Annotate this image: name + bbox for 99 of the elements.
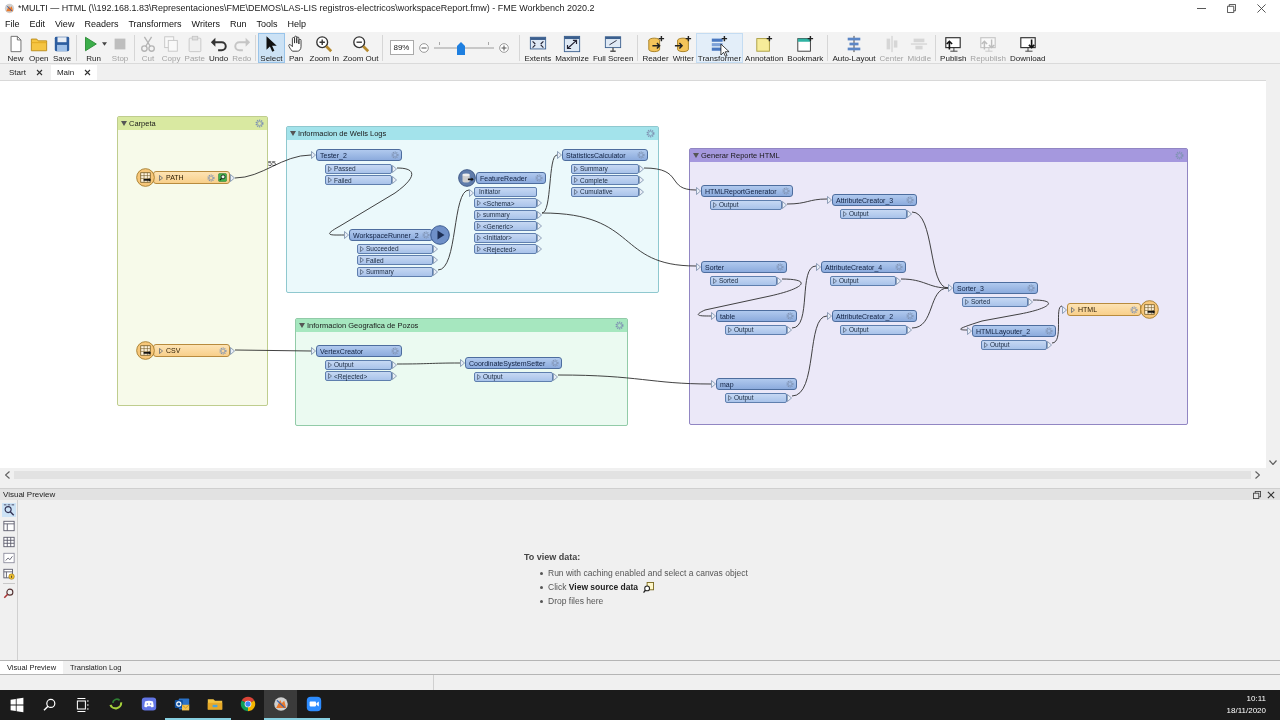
expand-triangle-icon[interactable] [1071, 306, 1075, 313]
hint-text: Click View source data [548, 582, 639, 592]
minus-icon[interactable] [419, 42, 430, 53]
gear-icon[interactable] [1130, 305, 1138, 314]
toolbar-button[interactable]: Select [258, 32, 285, 63]
mouse-pointer-icon [720, 43, 730, 57]
clock-date: 18/11/2020 [1226, 705, 1266, 717]
hint-text: Run with caching enabled and select a canvas object [548, 568, 748, 578]
slider-thumb[interactable] [457, 41, 466, 55]
scissors-icon [139, 34, 158, 53]
magnifier-icon[interactable] [1, 586, 16, 600]
menu-item[interactable]: Readers [79, 17, 124, 31]
toolbar-button[interactable]: Bookmark [785, 32, 826, 63]
expand-triangle-icon[interactable] [159, 347, 163, 354]
menu-item[interactable]: File [0, 17, 25, 31]
app-icon [4, 2, 15, 14]
inspector-icon[interactable] [1, 503, 16, 517]
info-table-icon[interactable] [1, 567, 16, 581]
menu-item[interactable]: View [50, 17, 80, 31]
hint-text: Drop files here [548, 596, 604, 606]
menu-item[interactable]: Run [224, 17, 252, 31]
mail-icon [173, 696, 190, 712]
scroll-left-icon[interactable] [5, 471, 10, 479]
collapse-triangle-icon[interactable] [290, 131, 296, 136]
pages-icon [162, 34, 181, 53]
monitor-arrows-icon [528, 34, 547, 53]
close-icon[interactable] [1267, 490, 1275, 499]
menu-item[interactable]: Transformers [123, 17, 187, 31]
task-view-icon[interactable] [74, 697, 91, 713]
restore-icon[interactable] [1227, 3, 1236, 13]
toolbar-button[interactable]: Run [78, 32, 109, 63]
toolbar-button[interactable]: Maximize [553, 32, 591, 63]
toolbar-button[interactable]: Reader [640, 32, 671, 63]
windows-logo-icon[interactable] [8, 697, 25, 713]
toolbar-button[interactable]: Annotation [743, 32, 786, 63]
close-icon[interactable] [1257, 3, 1266, 13]
toolbar-button[interactable]: Extents [522, 32, 554, 63]
scroll-right-icon[interactable] [1255, 471, 1260, 479]
gamepad-icon [140, 696, 157, 712]
gear-icon[interactable] [207, 173, 215, 182]
toolbar-button[interactable]: Publish [938, 32, 969, 63]
cylinder-plus-icon [674, 34, 693, 53]
toolbar-button[interactable]: Undo [207, 32, 231, 63]
maximize-icon [563, 34, 582, 53]
window-title: *MULTI — HTML (\\192.168.1.83\Representaciones\FME\DEMOS\LAS-LIS registros-electricos\workspaceReport.fmw) - FME Workbench 2020.2 [18, 3, 595, 13]
gear-icon[interactable] [646, 129, 655, 138]
gear-icon[interactable] [219, 346, 227, 355]
colored-circle-icon [239, 696, 256, 712]
table-icon[interactable] [1, 535, 16, 549]
menu-item[interactable]: Tools [251, 17, 283, 31]
plus-icon[interactable] [499, 42, 510, 53]
magnifier-icon [643, 581, 655, 593]
menu-item[interactable]: Edit [24, 17, 51, 31]
close-icon[interactable] [84, 69, 92, 76]
table-icon [136, 168, 155, 187]
menu-item[interactable]: Help [282, 17, 311, 31]
toolbar-button[interactable]: Download [1007, 32, 1048, 63]
heading-text: To view data: [524, 552, 582, 562]
toolbar-button[interactable]: Auto-Layout [830, 32, 878, 63]
expand-triangle-icon[interactable] [159, 174, 163, 181]
toolbar-button[interactable]: Writer [670, 32, 696, 63]
note-plus-icon [755, 34, 774, 53]
collapse-triangle-icon[interactable] [121, 121, 127, 126]
search-icon[interactable] [41, 697, 58, 713]
caret-icon[interactable] [101, 41, 107, 46]
toolbar-button[interactable]: Open [27, 32, 51, 63]
toolbar-button[interactable]: Zoom In [307, 32, 341, 63]
float-window-icon[interactable] [1253, 490, 1261, 499]
cylinder-plus-icon [646, 34, 665, 53]
layout-icon[interactable] [1, 519, 16, 533]
panel-title: Visual Preview [3, 490, 56, 499]
magnifier-icon[interactable] [218, 173, 227, 182]
clock-time: 10:11 [1246, 693, 1266, 705]
gear-icon[interactable] [255, 119, 264, 128]
monitor-icon [604, 34, 623, 53]
toolbar-button[interactable]: Full Screen [590, 32, 636, 63]
toolbar-button[interactable]: Save [50, 32, 74, 63]
app-icon [272, 696, 289, 712]
bullet-icon [540, 585, 543, 589]
monitor-up-down-icon [979, 34, 998, 53]
menu-item[interactable]: Writers [186, 17, 225, 31]
taskbar-button[interactable] [264, 690, 297, 720]
close-icon[interactable] [35, 69, 43, 76]
video-camera-icon [305, 696, 322, 712]
toolbar-button[interactable]: Zoom Out [340, 32, 381, 63]
bullet-icon [540, 599, 543, 603]
folder-icon [206, 696, 223, 712]
zoom-field[interactable]: 89% [390, 40, 415, 55]
swirl-icon [107, 696, 124, 712]
scroll-down-icon[interactable] [1269, 460, 1277, 465]
bullet-icon [540, 571, 543, 575]
document-tab[interactable]: Main [50, 65, 98, 80]
gear-icon[interactable] [1175, 151, 1184, 160]
toolbar-button[interactable]: Pan [284, 32, 308, 63]
toolbar-button[interactable]: New [4, 32, 27, 63]
table-icon [1140, 300, 1159, 319]
toolbar-button[interactable]: Transformer [695, 32, 744, 63]
table-icon [136, 341, 155, 360]
chart-icon[interactable] [1, 551, 16, 565]
